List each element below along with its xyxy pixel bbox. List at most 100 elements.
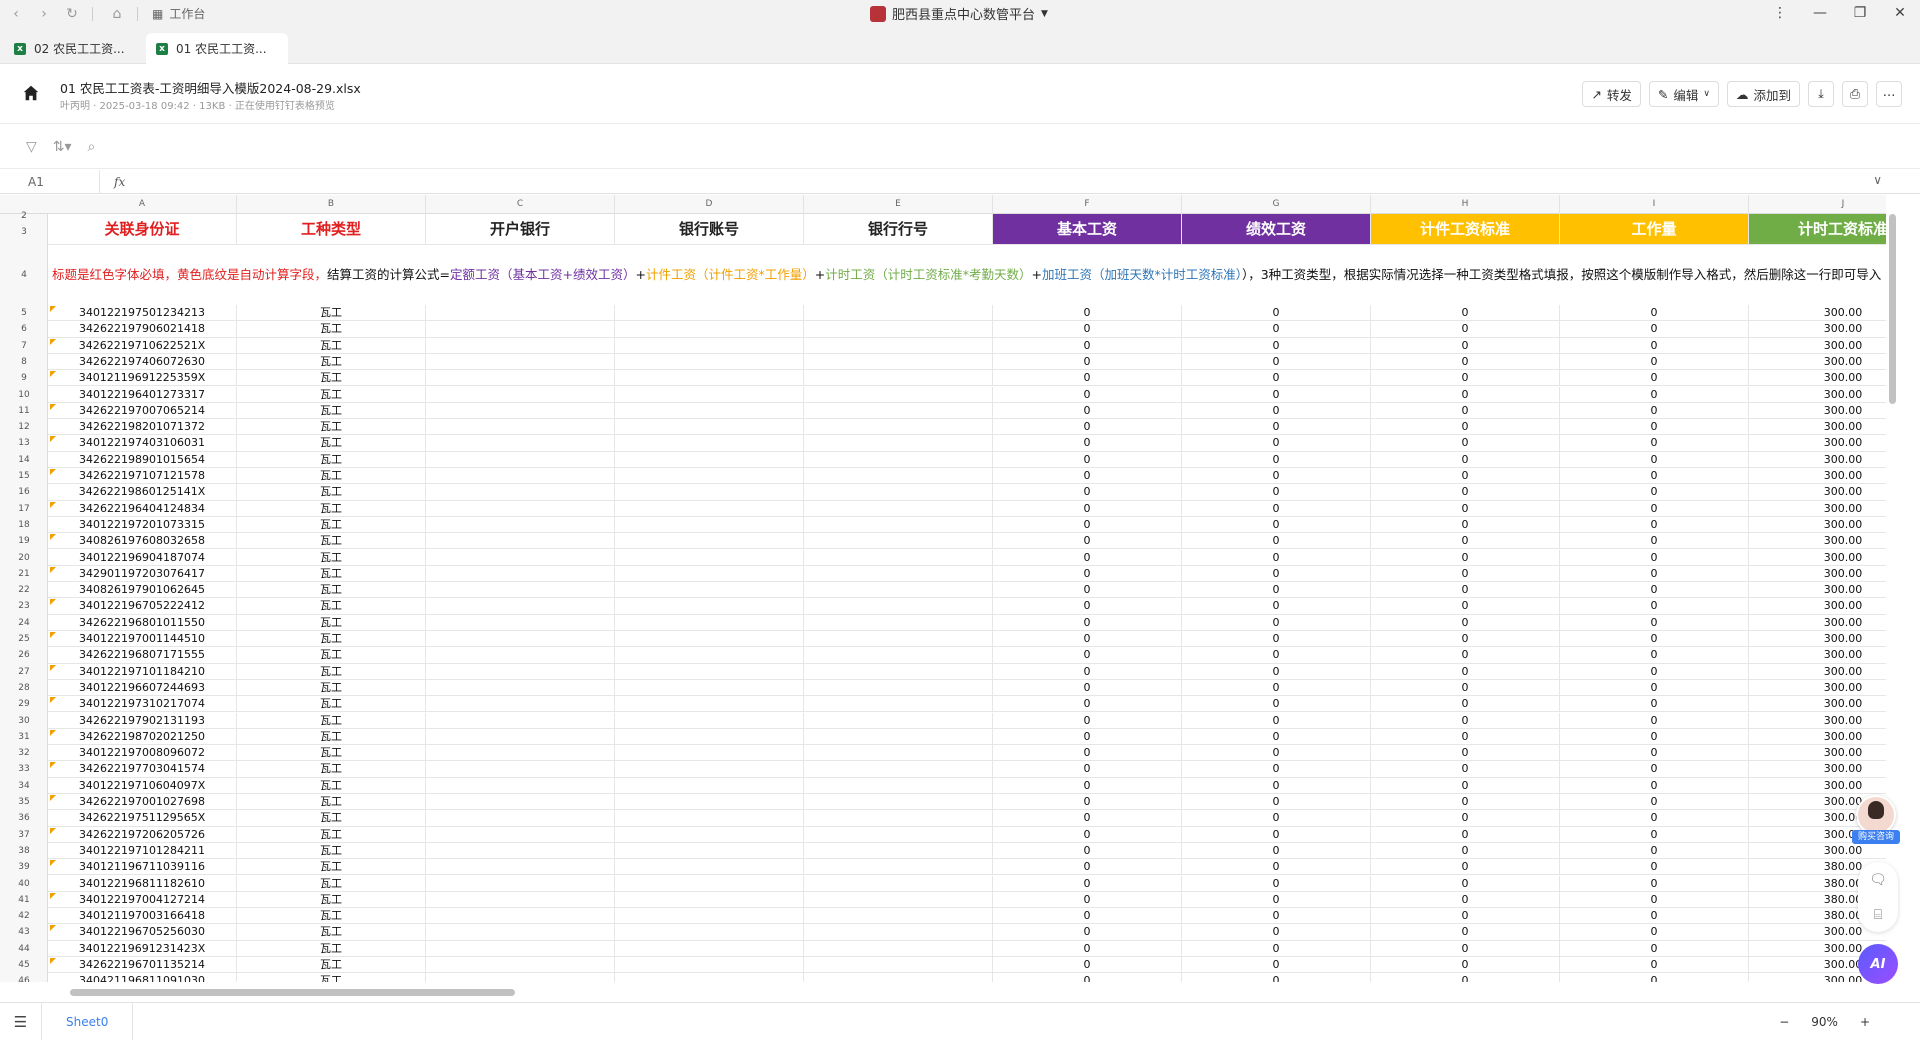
cell-G[interactable]: 0 — [1182, 891, 1371, 909]
row-header[interactable]: 12 — [0, 419, 48, 435]
header-cell-G[interactable]: 绩效工资 — [1182, 214, 1371, 245]
cell-C[interactable] — [426, 908, 615, 925]
cell-G[interactable]: 0 — [1182, 402, 1371, 420]
cell-I[interactable]: 0 — [1560, 370, 1749, 387]
cell-G[interactable]: 0 — [1182, 451, 1371, 468]
cell-H[interactable]: 0 — [1371, 875, 1560, 892]
cell-D[interactable] — [615, 631, 804, 648]
cell-C[interactable] — [426, 679, 615, 697]
row-header[interactable]: 14 — [0, 452, 48, 468]
scroll-thumb[interactable] — [1889, 214, 1896, 404]
column-header-B[interactable]: B — [237, 195, 426, 214]
cell-G[interactable]: 0 — [1182, 353, 1371, 371]
cell-E[interactable] — [804, 614, 993, 631]
cell-F[interactable]: 0 — [993, 533, 1182, 550]
cell-A[interactable]: 342622196701135214 — [48, 957, 237, 974]
cell-E[interactable] — [804, 777, 993, 794]
cell-B[interactable]: 瓦工 — [237, 305, 426, 322]
row-header[interactable]: 23 — [0, 598, 48, 614]
cell-I[interactable]: 0 — [1560, 500, 1749, 517]
cell-I[interactable]: 0 — [1560, 761, 1749, 778]
cell-E[interactable] — [804, 728, 993, 746]
cell-J[interactable]: 300.00 — [1749, 452, 1886, 468]
row-header[interactable]: 13 — [0, 435, 48, 451]
cell-B[interactable]: 瓦工 — [237, 321, 426, 338]
cell-D[interactable] — [615, 663, 804, 680]
cell-D[interactable] — [615, 777, 804, 794]
cell-F[interactable]: 0 — [993, 712, 1182, 729]
cell-A[interactable]: 34262219751129565X — [48, 810, 237, 827]
header-cell-A[interactable]: 关联身份证 — [48, 214, 237, 245]
cell-H[interactable]: 0 — [1371, 565, 1560, 583]
cell-D[interactable] — [615, 419, 804, 436]
cell-F[interactable]: 0 — [993, 468, 1182, 485]
cell-F[interactable]: 0 — [993, 973, 1182, 982]
cell-A[interactable]: 340121196711039116 — [48, 859, 237, 876]
cell-B[interactable]: 瓦工 — [237, 810, 426, 827]
cell-F[interactable]: 0 — [993, 549, 1182, 566]
cell-I[interactable]: 0 — [1560, 353, 1749, 371]
cell-B[interactable]: 瓦工 — [237, 500, 426, 517]
cell-B[interactable]: 瓦工 — [237, 353, 426, 371]
cell-G[interactable]: 0 — [1182, 435, 1371, 452]
row-header[interactable]: 36 — [0, 810, 48, 826]
cell-B[interactable]: 瓦工 — [237, 598, 426, 615]
cell-H[interactable]: 0 — [1371, 647, 1560, 664]
cell-B[interactable]: 瓦工 — [237, 761, 426, 778]
cell-B[interactable]: 瓦工 — [237, 777, 426, 794]
cell-F[interactable]: 0 — [993, 435, 1182, 452]
cell-G[interactable]: 0 — [1182, 940, 1371, 957]
row-header[interactable]: 35 — [0, 794, 48, 810]
cell-D[interactable] — [615, 728, 804, 746]
cell-G[interactable]: 0 — [1182, 663, 1371, 680]
cell-C[interactable] — [426, 647, 615, 664]
cell-B[interactable]: 瓦工 — [237, 647, 426, 664]
cell-F[interactable]: 0 — [993, 761, 1182, 778]
cell-A[interactable]: 342622197703041574 — [48, 761, 237, 778]
cell-F[interactable]: 0 — [993, 842, 1182, 860]
cell-G[interactable]: 0 — [1182, 973, 1371, 982]
cell-D[interactable] — [615, 468, 804, 485]
cell-D[interactable] — [615, 859, 804, 876]
row-header[interactable]: 25 — [0, 631, 48, 647]
cell-I[interactable]: 0 — [1560, 908, 1749, 925]
cell-D[interactable] — [615, 484, 804, 501]
header-cell-E[interactable]: 银行行号 — [804, 214, 993, 245]
cell-J[interactable]: 300.00 — [1749, 484, 1886, 501]
cell-G[interactable]: 0 — [1182, 875, 1371, 892]
row-header[interactable]: 38 — [0, 843, 48, 859]
cell-B[interactable]: 瓦工 — [237, 973, 426, 982]
row-header[interactable]: 8 — [0, 354, 48, 370]
cell-I[interactable]: 0 — [1560, 957, 1749, 974]
cell-C[interactable] — [426, 940, 615, 957]
cell-A[interactable]: 340826197901062645 — [48, 582, 237, 599]
row-header[interactable]: 39 — [0, 859, 48, 875]
app-title[interactable]: 肥西县重点中心数管平台 ▼ — [870, 4, 1048, 23]
cell-C[interactable] — [426, 386, 615, 403]
cell-I[interactable]: 0 — [1560, 631, 1749, 648]
cell-E[interactable] — [804, 386, 993, 403]
cell-G[interactable]: 0 — [1182, 419, 1371, 436]
cell-F[interactable]: 0 — [993, 337, 1182, 354]
filter-icon[interactable]: ▽ — [26, 139, 37, 155]
cell-A[interactable]: 340421196811091030 — [48, 973, 237, 982]
row-header[interactable]: 31 — [0, 729, 48, 745]
cell-D[interactable] — [615, 614, 804, 631]
cell-F[interactable]: 0 — [993, 500, 1182, 517]
column-header-J[interactable]: J — [1749, 195, 1886, 214]
cell-J[interactable]: 300.00 — [1749, 468, 1886, 485]
cell-G[interactable]: 0 — [1182, 712, 1371, 729]
cell-H[interactable]: 0 — [1371, 549, 1560, 566]
cell-F[interactable]: 0 — [993, 614, 1182, 631]
cell-C[interactable] — [426, 712, 615, 729]
cell-G[interactable]: 0 — [1182, 826, 1371, 843]
cell-F[interactable]: 0 — [993, 826, 1182, 843]
cell-D[interactable] — [615, 842, 804, 860]
cell-B[interactable]: 瓦工 — [237, 712, 426, 729]
cell-C[interactable] — [426, 810, 615, 827]
cell-B[interactable]: 瓦工 — [237, 484, 426, 501]
row-header[interactable]: 3 — [0, 220, 48, 245]
cell-B[interactable]: 瓦工 — [237, 451, 426, 468]
cell-J[interactable]: 300.00 — [1749, 533, 1886, 550]
download-button[interactable]: ⤓ — [1808, 81, 1834, 107]
